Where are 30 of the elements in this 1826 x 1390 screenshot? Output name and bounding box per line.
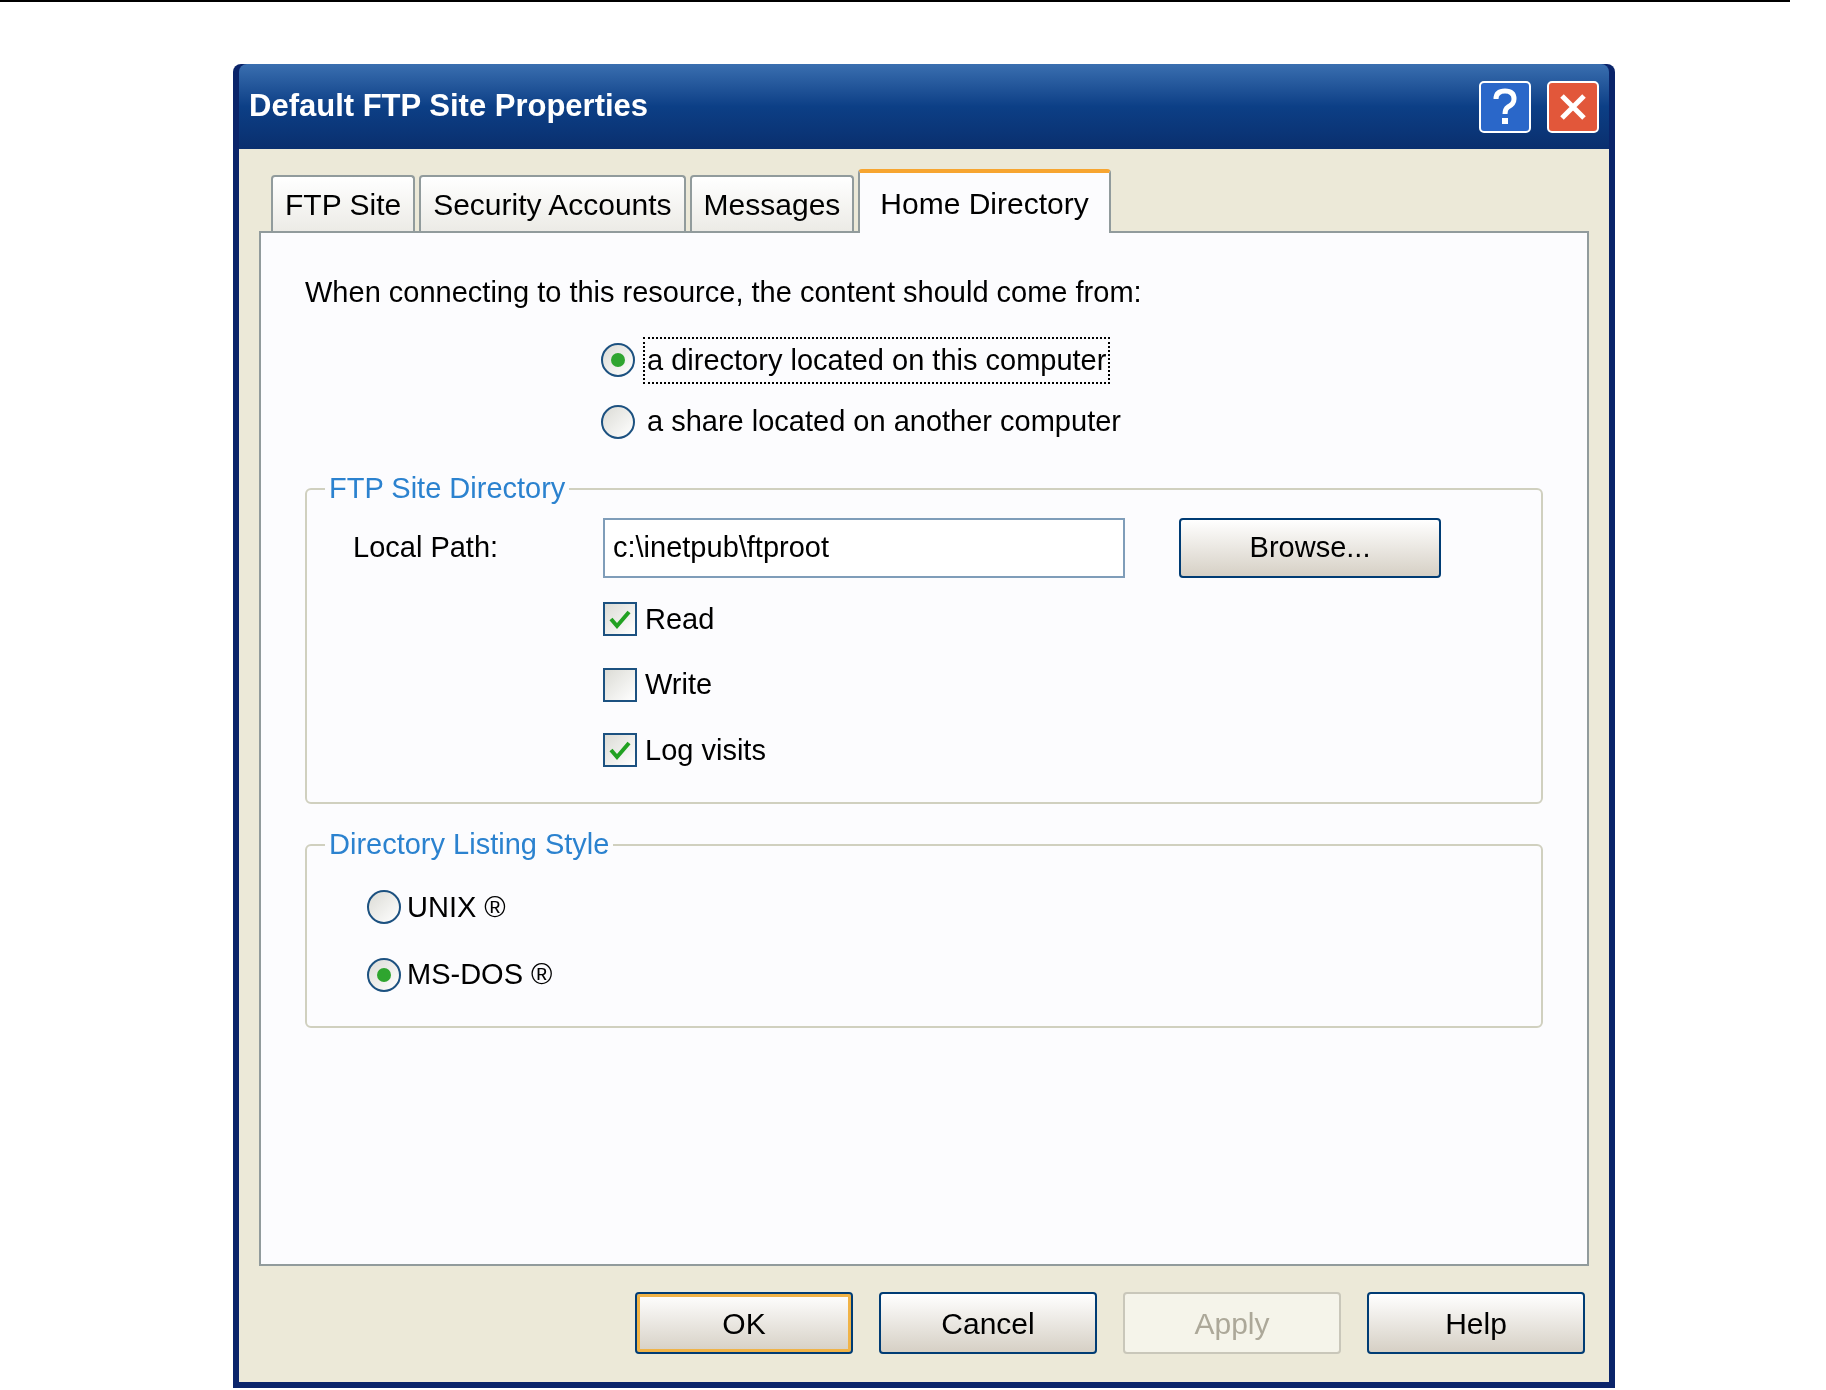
checkbox-label: Read (645, 601, 715, 637)
field-label: Local Path: (353, 529, 500, 565)
close-icon (1558, 91, 1588, 122)
option-label: a directory located on this computer (643, 336, 1111, 384)
radio-button[interactable] (601, 404, 635, 439)
radio-button[interactable] (367, 890, 401, 925)
dialog-button[interactable]: OK (635, 1292, 853, 1354)
prompt-text: When connecting to this resource, the content should come from: (305, 275, 1143, 310)
tab[interactable]: Home Directory (858, 169, 1111, 233)
help-button[interactable] (1479, 80, 1531, 133)
checkbox-label: Write (645, 667, 713, 702)
option-label: MS-DOS ® (407, 957, 553, 992)
checkbox[interactable] (603, 602, 637, 637)
radio-button[interactable] (601, 343, 635, 378)
tab[interactable]: Messages (689, 175, 855, 231)
radio-button[interactable] (367, 957, 401, 992)
close-button[interactable] (1547, 80, 1599, 133)
local-path-field[interactable]: c:\inetpub\ftproot (603, 517, 1125, 578)
option-label: a share located on another computer (646, 404, 1122, 439)
option-label: UNIX ® (407, 889, 506, 925)
dialog-button[interactable]: Help (1367, 1292, 1585, 1354)
dialog-button: Apply (1123, 1292, 1341, 1354)
checkbox-label: Log visits (645, 732, 766, 768)
window-title: Default FTP Site Properties (249, 87, 650, 126)
browse-button[interactable]: Browse... (1179, 517, 1441, 578)
checkbox[interactable] (603, 667, 637, 702)
dialog-button[interactable]: Cancel (879, 1292, 1097, 1354)
tab[interactable]: Security Accounts (419, 175, 686, 231)
checkbox[interactable] (603, 733, 637, 768)
tab[interactable]: FTP Site (271, 175, 416, 231)
